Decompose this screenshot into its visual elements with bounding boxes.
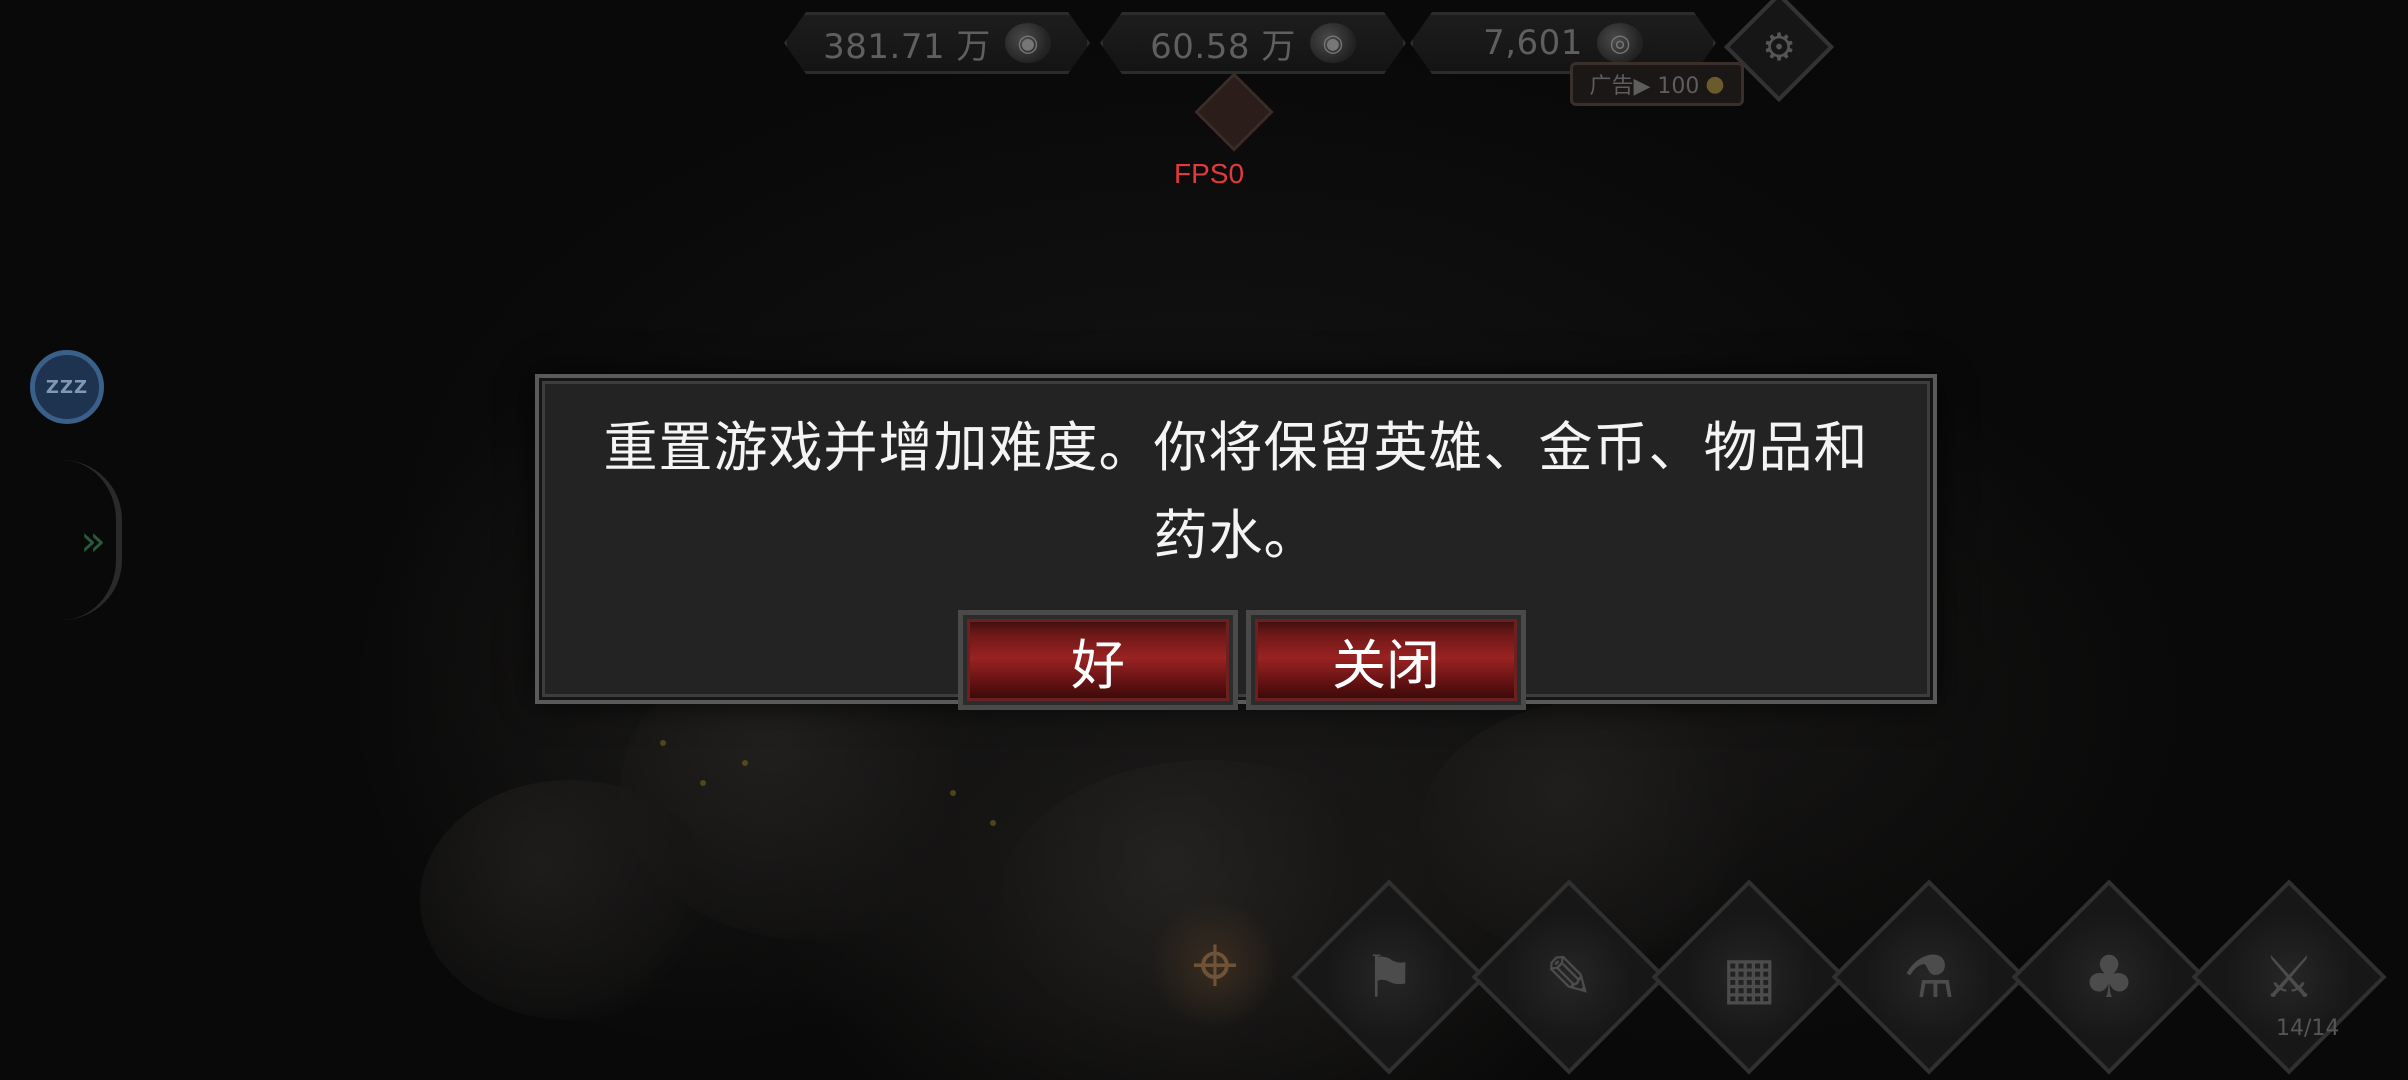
ember bbox=[950, 790, 956, 796]
coin-stack-icon: ◎ bbox=[1597, 23, 1643, 63]
ok-button[interactable]: 好 bbox=[958, 610, 1238, 710]
crossed-swords-icon: ⚔ bbox=[2263, 943, 2315, 1011]
gold-pile-icon: ◉ bbox=[1005, 23, 1051, 63]
potion-icon: ⚗ bbox=[1903, 943, 1955, 1011]
chevron-right-icon: » bbox=[80, 515, 106, 565]
gold-amount: 381.71 万 bbox=[823, 26, 991, 67]
ad-reward-button[interactable]: 广告▶ 100 ● bbox=[1570, 62, 1744, 106]
silver-amount: 60.58 万 bbox=[1150, 26, 1296, 67]
flag-icon: ⚑ bbox=[1363, 943, 1415, 1011]
fps-counter: FPS0 bbox=[1174, 158, 1245, 189]
coin-amount: 7,601 bbox=[1483, 23, 1583, 63]
ember bbox=[742, 760, 748, 766]
sleep-label: ZZZ bbox=[45, 376, 89, 398]
ok-button-label: 好 bbox=[1071, 633, 1125, 697]
treasure-map-button[interactable]: ⌖ bbox=[1150, 900, 1280, 1030]
gear-icon: ⚙ bbox=[1761, 24, 1797, 69]
ember bbox=[660, 740, 666, 746]
silver-pile-icon: ◉ bbox=[1310, 23, 1356, 63]
coin-icon: ● bbox=[1705, 71, 1725, 97]
rock-formation bbox=[420, 780, 720, 1020]
close-button-label: 关闭 bbox=[1332, 633, 1440, 697]
scroll-quest-icon: ✎ bbox=[1544, 942, 1594, 1011]
loot-bag-icon: ♣ bbox=[2083, 943, 2135, 1011]
ember bbox=[700, 780, 706, 786]
treasure-map-icon: ⌖ bbox=[1192, 918, 1238, 1011]
resources-icon: ▦ bbox=[1721, 943, 1777, 1011]
sleep-button[interactable]: ZZZ bbox=[30, 350, 104, 424]
close-button[interactable]: 关闭 bbox=[1246, 610, 1526, 710]
reset-dialog: 重置游戏并增加难度。你将保留英雄、金币、物品和药水。 好 关闭 bbox=[535, 374, 1937, 710]
ember bbox=[990, 820, 996, 826]
dialog-message: 重置游戏并增加难度。你将保留英雄、金币、物品和药水。 bbox=[603, 416, 1869, 567]
gold-currency-bar: 381.71 万 ◉ bbox=[784, 12, 1090, 74]
ad-reward-label: 广告▶ 100 bbox=[1589, 74, 1700, 99]
silver-currency-bar: 60.58 万 ◉ bbox=[1100, 12, 1406, 74]
battle-counter: 14/14 bbox=[2276, 1016, 2340, 1041]
